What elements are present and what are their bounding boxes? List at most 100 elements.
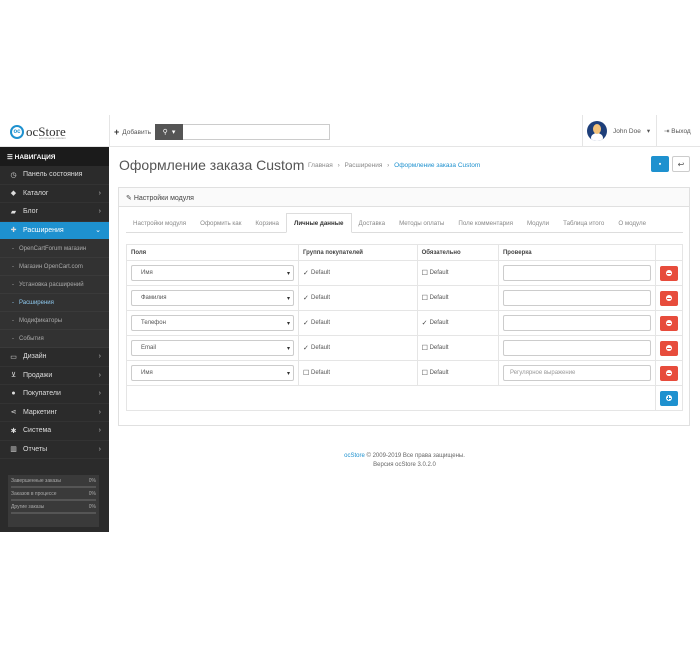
- folder-icon: ▰: [10, 208, 17, 216]
- table-row-add: [126, 385, 684, 411]
- user-name: John Doe: [613, 127, 641, 135]
- add-button[interactable]: + Добавить: [114, 127, 151, 137]
- caret-down-icon: ▾: [171, 129, 176, 136]
- sidebar-item-design[interactable]: ▭ Дизайн ›: [0, 348, 109, 367]
- customer-group-checkbox[interactable]: ✓ Default: [303, 269, 330, 277]
- breadcrumb-current[interactable]: Оформление заказа Custom: [394, 162, 480, 169]
- required-checkbox[interactable]: ☐ Default: [422, 294, 449, 302]
- sidebar-subitem-opencart-store[interactable]: - Магазин OpenCart.com: [0, 258, 109, 276]
- sidebar-subitem-modifications[interactable]: - Модификаторы: [0, 312, 109, 330]
- customer-group-checkbox[interactable]: ☐ Default: [303, 369, 330, 377]
- search-type-button[interactable]: ⚲ ▾: [155, 124, 183, 140]
- validation-input[interactable]: [502, 315, 651, 331]
- required-checkbox[interactable]: ☐ Default: [422, 269, 449, 277]
- sidebar-item-dashboard[interactable]: ◷ Панель состояния: [0, 166, 109, 185]
- remove-row-button[interactable]: [659, 340, 678, 356]
- sidebar-item-reports[interactable]: ▥ Отчеты ›: [0, 441, 109, 459]
- caret-down-icon: ▾: [286, 321, 290, 327]
- remove-row-button[interactable]: [659, 365, 678, 381]
- progress-bar: [11, 486, 96, 488]
- cart-icon: ⊻: [10, 372, 17, 380]
- avatar: [587, 121, 607, 141]
- tab-modules[interactable]: Модули: [520, 213, 556, 233]
- chart-icon: ▥: [10, 446, 17, 454]
- sidebar-subitem-ocf-store[interactable]: - OpenCartForum магазин: [0, 240, 109, 258]
- required-checkbox[interactable]: ☐ Default: [422, 344, 449, 352]
- table-row: Email ▾ ✓ Default ☐ Default: [126, 335, 684, 361]
- tab-bar: Настройки модуля Оформить как Корзина Ли…: [126, 213, 683, 233]
- fields-table: Поля Группа покупателей Обязательно Пров…: [126, 244, 684, 411]
- back-button[interactable]: ↩: [672, 156, 690, 172]
- field-select[interactable]: Email ▾: [131, 340, 294, 356]
- customer-group-checkbox[interactable]: ✓ Default: [303, 294, 330, 302]
- sidebar-item-system[interactable]: ✱ Система ›: [0, 422, 109, 441]
- sidebar-item-customers[interactable]: ● Покупатели ›: [0, 385, 109, 404]
- sidebar-item-label: Покупатели: [23, 390, 61, 398]
- required-checkbox[interactable]: ☐ Default: [422, 369, 449, 377]
- logo-cart-icon: oc: [10, 125, 24, 139]
- required-checkbox[interactable]: ✓ Default: [422, 319, 449, 327]
- logout-link[interactable]: ⇥ Выход: [664, 127, 691, 135]
- field-select[interactable]: Имя ▾: [131, 265, 294, 281]
- breadcrumb-home[interactable]: Главная: [308, 162, 333, 169]
- field-select[interactable]: Телефон ▾: [131, 315, 294, 331]
- remove-row-button[interactable]: [659, 315, 678, 331]
- sidebar: ☰ НАВИГАЦИЯ ◷ Панель состояния ◆ Каталог…: [0, 147, 109, 532]
- breadcrumb-separator: ›: [337, 162, 340, 169]
- chevron-right-icon: ›: [98, 427, 101, 435]
- breadcrumb-separator: ›: [387, 162, 390, 169]
- remove-row-button[interactable]: [659, 290, 678, 306]
- add-button-label: Добавить: [122, 128, 151, 136]
- search-input[interactable]: [183, 124, 330, 140]
- validation-input[interactable]: [502, 340, 651, 356]
- caret-down-icon: ▾: [286, 371, 290, 377]
- user-menu[interactable]: John Doe ▾: [587, 121, 650, 141]
- tab-comment-field[interactable]: Поле комментария: [451, 213, 520, 233]
- sidebar-subitem-extensions[interactable]: - Расширения: [0, 294, 109, 312]
- tab-shipping[interactable]: Доставка: [352, 213, 393, 233]
- stat-processing: Заказов в процессе 0%: [11, 491, 96, 501]
- caret-down-icon: ▾: [286, 271, 290, 277]
- save-button[interactable]: ▪: [651, 156, 669, 172]
- dashboard-icon: ◷: [10, 171, 17, 179]
- tab-module-settings[interactable]: Настройки модуля: [126, 213, 193, 233]
- sidebar-item-sales[interactable]: ⊻ Продажи ›: [0, 367, 109, 385]
- menu-icon: ☰: [7, 154, 15, 161]
- tab-totals-table[interactable]: Таблица итого: [556, 213, 611, 233]
- remove-row-button[interactable]: [659, 265, 678, 281]
- field-select[interactable]: Фамилия ▾: [131, 290, 294, 306]
- sidebar-item-catalog[interactable]: ◆ Каталог ›: [0, 185, 109, 203]
- breadcrumb-extensions[interactable]: Расширения: [345, 162, 383, 169]
- footer-brand-link[interactable]: ocStore: [344, 453, 365, 459]
- chevron-right-icon: ›: [98, 353, 101, 361]
- tab-checkout-as[interactable]: Оформить как: [193, 213, 248, 233]
- table-row: Телефон ▾ ✓ Default ✓ Default: [126, 310, 684, 336]
- sidebar-item-marketing[interactable]: ⋖ Маркетинг ›: [0, 404, 109, 422]
- tab-personal-data[interactable]: Личные данные: [286, 213, 352, 233]
- sidebar-subitem-events[interactable]: - События: [0, 330, 109, 348]
- validation-input[interactable]: [502, 290, 651, 306]
- page-title: Оформление заказа Custom: [119, 157, 305, 173]
- validation-input[interactable]: [502, 265, 651, 281]
- add-row-button[interactable]: [659, 390, 678, 406]
- field-select[interactable]: Имя ▾: [131, 365, 294, 381]
- customer-group-checkbox[interactable]: ✓ Default: [303, 319, 330, 327]
- pencil-icon: ✎: [126, 195, 134, 202]
- puzzle-icon: ✚: [10, 227, 17, 235]
- sidebar-item-label: Дизайн: [23, 353, 47, 361]
- logo[interactable]: oc ocStore ecommerce solution: [10, 123, 100, 141]
- sidebar-item-blog[interactable]: ▰ Блог ›: [0, 203, 109, 222]
- header-divider: [109, 115, 110, 147]
- customer-group-checkbox[interactable]: ✓ Default: [303, 344, 330, 352]
- tab-payment-methods[interactable]: Методы оплаты: [392, 213, 451, 233]
- tab-cart[interactable]: Корзина: [248, 213, 286, 233]
- sidebar-subitem-installer[interactable]: - Установка расширений: [0, 276, 109, 294]
- top-header: oc ocStore ecommerce solution + Добавить…: [0, 115, 700, 147]
- progress-bar: [11, 512, 96, 514]
- tab-about[interactable]: О модуле: [611, 213, 653, 233]
- sidebar-item-label: Система: [23, 427, 52, 435]
- logout-label: Выход: [671, 128, 691, 135]
- sidebar-item-extensions[interactable]: ✚ Расширения ⌄: [0, 221, 109, 240]
- gear-icon: ✱: [10, 427, 17, 435]
- validation-input[interactable]: Регулярное выражение: [502, 365, 651, 381]
